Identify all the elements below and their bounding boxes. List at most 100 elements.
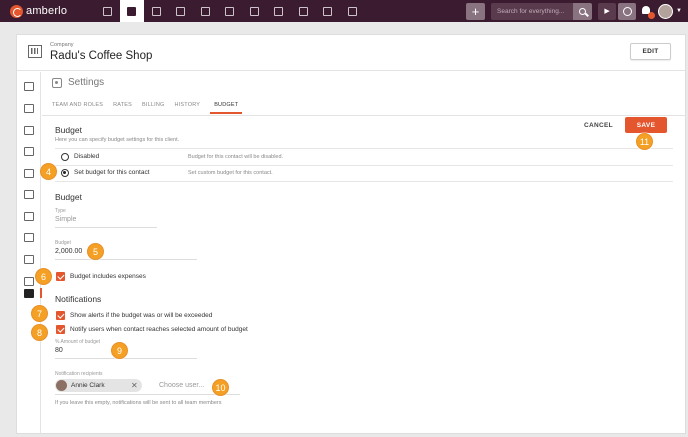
- callout-5: 5: [87, 243, 104, 260]
- calendar-icon[interactable]: [218, 0, 243, 22]
- module-nav: [95, 0, 365, 22]
- recipients-hint: If you leave this empty, notifications w…: [55, 400, 222, 406]
- brand-name: amberlo: [26, 5, 68, 17]
- type-select[interactable]: Simple: [55, 216, 76, 223]
- tab-history[interactable]: HISTORY: [175, 96, 201, 114]
- remove-recipient-icon[interactable]: ✕: [131, 381, 138, 390]
- search-icon: [579, 7, 587, 15]
- tabs-divider: [42, 115, 686, 116]
- company-label: Company: [50, 42, 74, 48]
- notification-badge: [648, 12, 656, 19]
- matters-briefcase-icon[interactable]: [144, 0, 169, 22]
- logo-icon: [10, 4, 23, 18]
- disabled-option-label: Disabled: [74, 153, 100, 160]
- show-alerts-checkbox[interactable]: [56, 311, 65, 320]
- timer-button[interactable]: [618, 2, 637, 20]
- contact-details-icon[interactable]: [24, 82, 34, 91]
- tab-billing[interactable]: BILLING: [142, 96, 165, 114]
- expenses-icon[interactable]: [24, 169, 34, 178]
- recipient-avatar: [56, 380, 67, 391]
- matters-icon[interactable]: [24, 104, 34, 113]
- top-navigation-bar: amberlo + Search for everything... ▶ ▼: [0, 0, 688, 22]
- time-history-icon[interactable]: [242, 0, 267, 22]
- cancel-button[interactable]: CANCEL: [584, 122, 613, 129]
- time-entries-icon[interactable]: [24, 147, 34, 156]
- search-button[interactable]: [573, 2, 593, 20]
- callout-11: 11: [636, 133, 653, 150]
- global-search-input[interactable]: Search for everything...: [491, 2, 574, 20]
- budget-amount-label: Budget: [55, 240, 71, 246]
- settings-title: Settings: [68, 77, 105, 88]
- callout-8: 8: [31, 324, 48, 341]
- start-timer-button[interactable]: ▶: [598, 2, 617, 20]
- budget-hint: Here you can specify budget settings for…: [55, 137, 180, 143]
- percent-amount-label: % Amount of budget: [55, 339, 101, 345]
- calendar-events-icon[interactable]: [24, 126, 34, 135]
- invoices-icon[interactable]: [24, 212, 34, 221]
- callout-7: 7: [31, 305, 48, 322]
- recipient-name: Annie Clark: [71, 382, 105, 389]
- payments-icon[interactable]: [24, 233, 34, 242]
- bank-icon[interactable]: [193, 0, 218, 22]
- settings-panel: Settings TEAM AND ROLES RATES BILLING HI…: [42, 72, 686, 435]
- tab-team-and-roles[interactable]: TEAM AND ROLES: [52, 96, 103, 114]
- callout-9: 9: [111, 342, 128, 359]
- includes-expenses-checkbox[interactable]: [56, 272, 65, 281]
- callout-10: 10: [212, 379, 229, 396]
- documents-icon[interactable]: [24, 255, 34, 264]
- tab-budget[interactable]: BUDGET: [210, 96, 243, 114]
- emails-icon[interactable]: [24, 277, 34, 286]
- edit-button[interactable]: EDIT: [630, 43, 671, 60]
- show-alerts-label: Show alerts if the budget was or will be…: [70, 312, 213, 319]
- reports-icon[interactable]: [340, 0, 365, 22]
- budget-amount-input[interactable]: 2,000.00: [55, 248, 82, 255]
- settings-tabs: TEAM AND ROLES RATES BILLING HISTORY BUD…: [52, 96, 252, 114]
- notify-users-checkbox[interactable]: [56, 325, 65, 334]
- topbar-actions: + Search for everything... ▶ ▼: [466, 0, 688, 22]
- disabled-radio[interactable]: [61, 153, 69, 161]
- stopwatch-icon: [622, 6, 632, 16]
- company-building-icon: [28, 45, 42, 58]
- tab-rates[interactable]: RATES: [113, 96, 132, 114]
- save-button[interactable]: SAVE: [625, 117, 667, 133]
- user-avatar[interactable]: [658, 3, 674, 19]
- choose-user-input[interactable]: Choose user...: [159, 382, 204, 389]
- settings-header: Settings: [52, 77, 104, 88]
- divider: [55, 165, 673, 166]
- recipient-chip[interactable]: Annie Clark ✕: [55, 379, 142, 392]
- invoices-icon[interactable]: [169, 0, 194, 22]
- set-budget-option-label: Set budget for this contact: [74, 169, 150, 176]
- type-underline: [55, 227, 157, 228]
- transfers-icon[interactable]: [24, 190, 34, 199]
- contact-sidebar: [17, 72, 42, 435]
- budget-amount-underline: [55, 259, 197, 260]
- set-budget-option-description: Set custom budget for this contact.: [188, 170, 273, 176]
- recipients-underline: [55, 394, 240, 395]
- divider: [55, 181, 673, 182]
- callout-4: 4: [40, 163, 57, 180]
- company-name: Radu's Coffee Shop: [50, 50, 153, 62]
- divider: [55, 148, 673, 149]
- type-label: Type: [55, 208, 66, 214]
- budget-heading: Budget: [55, 125, 82, 135]
- dashboard-icon[interactable]: [95, 0, 120, 22]
- notifications-heading: Notifications: [55, 294, 102, 304]
- notify-users-label: Notify users when contact reaches select…: [70, 326, 248, 333]
- add-new-button[interactable]: +: [466, 2, 486, 20]
- settings-icon[interactable]: [24, 289, 34, 298]
- contact-card: Company Radu's Coffee Shop EDIT Settings…: [16, 34, 686, 435]
- includes-expenses-label: Budget includes expenses: [70, 273, 146, 280]
- card-header: Company Radu's Coffee Shop EDIT: [17, 35, 685, 71]
- percent-underline: [55, 358, 197, 359]
- user-menu-caret-icon[interactable]: ▼: [676, 8, 682, 14]
- documents-icon[interactable]: [291, 0, 316, 22]
- recipients-label: Notification recipients: [55, 371, 103, 377]
- mail-icon[interactable]: [316, 0, 341, 22]
- notifications-bell-icon[interactable]: [640, 4, 656, 19]
- set-budget-radio[interactable]: [61, 169, 69, 177]
- amberlo-logo[interactable]: amberlo: [10, 4, 95, 18]
- folder-icon[interactable]: [267, 0, 292, 22]
- contacts-icon[interactable]: [119, 0, 144, 22]
- settings-gear-icon: [52, 77, 62, 88]
- percent-amount-input[interactable]: 80: [55, 347, 63, 354]
